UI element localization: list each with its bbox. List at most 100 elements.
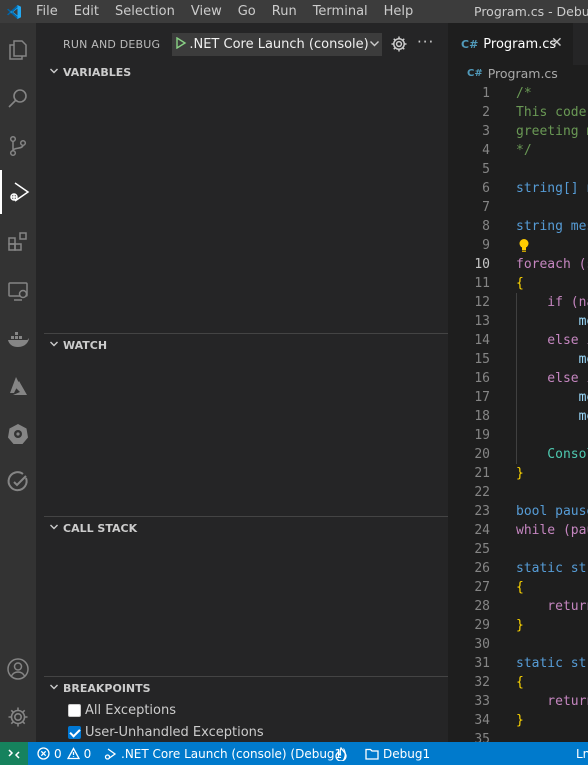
code-text: /*: [516, 86, 532, 101]
code-line[interactable]: 5: [448, 160, 588, 179]
menu-file[interactable]: File: [28, 0, 66, 23]
menu-run[interactable]: Run: [264, 0, 305, 23]
watch-section-header[interactable]: WATCH: [44, 334, 448, 356]
docker-icon[interactable]: [0, 317, 36, 361]
code-line[interactable]: 23 bool pause: [448, 502, 588, 521]
menu-selection[interactable]: Selection: [107, 0, 183, 23]
project-status[interactable]: Debug1: [365, 742, 430, 765]
user-unhandled-exceptions-checkbox[interactable]: [68, 725, 81, 739]
tab-program-cs[interactable]: C# Program.cs ✕: [448, 23, 573, 65]
code-line[interactable]: 26 static str: [448, 559, 588, 578]
code-text: me: [516, 409, 588, 424]
menu-go[interactable]: Go: [230, 0, 264, 23]
line-number: 17: [474, 390, 490, 405]
account-icon[interactable]: [0, 647, 36, 691]
code-line[interactable]: 15 me: [448, 350, 588, 369]
code-text: foreach (s: [516, 257, 588, 272]
code-line[interactable]: 25: [448, 540, 588, 559]
breakpoint-all-exceptions[interactable]: All Exceptions: [68, 699, 176, 721]
azure-icon[interactable]: [0, 364, 36, 408]
close-icon[interactable]: ✕: [551, 35, 563, 51]
code-line[interactable]: 27 {: [448, 578, 588, 597]
line-number: 18: [474, 409, 490, 424]
call-stack-section-header[interactable]: CALL STACK: [44, 517, 448, 539]
line-number: 19: [474, 428, 490, 443]
code-line[interactable]: 3 greeting m: [448, 122, 588, 141]
run-debug-icon[interactable]: [0, 170, 36, 214]
manage-gear-icon[interactable]: [0, 695, 36, 739]
code-line[interactable]: 33 return: [448, 692, 588, 711]
code-line[interactable]: 31 static str: [448, 654, 588, 673]
error-count: 0: [54, 746, 62, 761]
remote-indicator-icon[interactable]: [0, 742, 28, 765]
code-line[interactable]: 12 if (na: [448, 293, 588, 312]
code-line[interactable]: 7: [448, 198, 588, 217]
folder-icon: [365, 748, 379, 760]
code-line[interactable]: 11 {: [448, 274, 588, 293]
breadcrumb-file[interactable]: Program.cs: [488, 66, 558, 81]
code-line[interactable]: 21}: [448, 464, 588, 483]
code-text: bool pause: [516, 504, 588, 519]
code-line[interactable]: 9: [448, 236, 588, 255]
launch-config-dropdown[interactable]: .NET Core Launch (console): [172, 33, 382, 56]
code-line[interactable]: 6 string[] n: [448, 179, 588, 198]
start-debugging-icon[interactable]: [173, 36, 189, 53]
code-line[interactable]: 16 else i: [448, 369, 588, 388]
status-bar: 0 0 .NET Core Launch (console) (Debug1) …: [0, 742, 588, 765]
code-line[interactable]: 13 me: [448, 312, 588, 331]
breadcrumb[interactable]: C# Program.cs: [467, 65, 558, 81]
line-number: 13: [474, 314, 490, 329]
cursor-position[interactable]: Ln: [576, 742, 588, 765]
code-text: me: [516, 352, 588, 367]
open-launch-json-gear-icon[interactable]: [390, 35, 408, 53]
code-text: me: [516, 390, 588, 405]
explorer-icon[interactable]: [0, 28, 36, 72]
menu-view[interactable]: View: [183, 0, 230, 23]
code-line[interactable]: 18 me: [448, 407, 588, 426]
source-control-icon[interactable]: [0, 124, 36, 168]
testing-icon[interactable]: [0, 460, 36, 504]
chevron-down-icon[interactable]: [369, 38, 381, 52]
code-line[interactable]: 20 Consol: [448, 445, 588, 464]
code-text: }: [516, 713, 524, 728]
kubernetes-icon[interactable]: [0, 412, 36, 456]
code-line[interactable]: 28 return: [448, 597, 588, 616]
code-line[interactable]: 19: [448, 426, 588, 445]
line-number: 15: [474, 352, 490, 367]
search-icon[interactable]: [0, 76, 36, 120]
code-line[interactable]: 4 */: [448, 141, 588, 160]
line-number: 34: [474, 713, 490, 728]
line-number: 14: [474, 333, 490, 348]
code-line[interactable]: 34}: [448, 711, 588, 730]
menu-terminal[interactable]: Terminal: [305, 0, 376, 23]
debug-config-status[interactable]: .NET Core Launch (console) (Debug1): [103, 742, 347, 765]
code-line[interactable]: 17 me: [448, 388, 588, 407]
lightbulb-icon[interactable]: [518, 238, 530, 253]
more-actions-icon[interactable]: ···: [417, 33, 434, 51]
breakpoint-user-unhandled-exceptions[interactable]: User-Unhandled Exceptions: [68, 721, 264, 743]
variables-section-header[interactable]: VARIABLES: [44, 61, 448, 83]
code-text: static str: [516, 656, 588, 671]
line-number: 6: [482, 181, 490, 196]
extensions-icon[interactable]: [0, 220, 36, 264]
code-line[interactable]: 1 /*: [448, 84, 588, 103]
flame-status-icon[interactable]: [335, 742, 351, 765]
code-line[interactable]: 22: [448, 483, 588, 502]
code-line[interactable]: 14 else i: [448, 331, 588, 350]
problems-indicator[interactable]: 0 0: [37, 742, 91, 765]
code-line[interactable]: 29}: [448, 616, 588, 635]
editor-tab-bar: C# Program.cs ✕: [448, 23, 588, 65]
line-number: 32: [474, 675, 490, 690]
code-line[interactable]: 32 {: [448, 673, 588, 692]
breakpoints-section-header[interactable]: BREAKPOINTS: [44, 677, 448, 699]
code-line[interactable]: 10 foreach (s: [448, 255, 588, 274]
menu-help[interactable]: Help: [376, 0, 422, 23]
code-line[interactable]: 24 while (pau: [448, 521, 588, 540]
code-line[interactable]: 30: [448, 635, 588, 654]
all-exceptions-checkbox[interactable]: [68, 703, 81, 717]
code-line[interactable]: 8 string mes: [448, 217, 588, 236]
remote-explorer-icon[interactable]: [0, 269, 36, 313]
project-label: Debug1: [383, 746, 431, 761]
menu-edit[interactable]: Edit: [66, 0, 107, 23]
code-line[interactable]: 2 This code: [448, 103, 588, 122]
